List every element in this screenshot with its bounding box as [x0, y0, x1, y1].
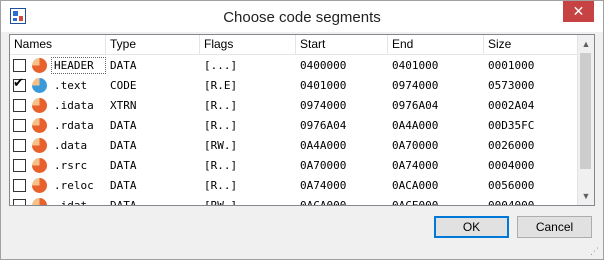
segment-flags: [...]	[204, 59, 238, 72]
segment-size: 0004000	[488, 159, 535, 172]
segment-checkbox[interactable]	[13, 199, 26, 205]
segment-pie-icon	[32, 118, 47, 133]
segment-flags: [R..]	[204, 99, 238, 112]
segment-type: XTRN	[110, 99, 137, 112]
vertical-scrollbar[interactable]: ▲ ▼	[577, 35, 594, 205]
segment-checkbox[interactable]	[13, 139, 26, 152]
table-row[interactable]: .reloc DATA [R..] 0A74000 0ACA000 0056000	[10, 175, 578, 196]
segment-start: 0400000	[300, 59, 347, 72]
segment-flags: [R..]	[204, 179, 238, 192]
segment-pie-icon	[32, 138, 47, 153]
dialog-title: Choose code segments	[223, 9, 381, 26]
segment-type: DATA	[110, 159, 137, 172]
segment-type: DATA	[110, 179, 137, 192]
segment-start: 0974000	[300, 99, 347, 112]
segment-name: .text	[54, 79, 88, 92]
segment-end: 0976A04	[392, 99, 439, 112]
segment-size: 0056000	[488, 179, 535, 192]
segment-size: 0002A04	[488, 99, 535, 112]
segment-start: 0ACA000	[300, 199, 347, 206]
segment-end: 0401000	[392, 59, 439, 72]
table-row[interactable]: .rdata DATA [R..] 0976A04 0A4A000 00D35FC	[10, 115, 578, 136]
segment-start: 0A70000	[300, 159, 347, 172]
segment-size: 00D35FC	[488, 119, 535, 132]
segment-end: 0ACA000	[392, 179, 439, 192]
table-row[interactable]: ✔ .text CODE [R.E] 0401000 0974000 0573000	[10, 75, 578, 96]
segments-list[interactable]: Names Type Flags Start End Size HEADER DA…	[9, 34, 595, 206]
segment-name: .rsrc	[54, 159, 88, 172]
segment-start: 0976A04	[300, 119, 347, 132]
segment-size: 0001000	[488, 59, 535, 72]
segment-pie-icon	[32, 198, 47, 205]
segment-flags: [R..]	[204, 159, 238, 172]
column-header-start[interactable]: Start	[296, 35, 388, 54]
segment-size: 0573000	[488, 79, 535, 92]
segment-name: .idat…	[54, 199, 94, 206]
segment-size: 0026000	[488, 139, 535, 152]
segment-pie-icon	[32, 78, 47, 93]
choose-segments-dialog: Choose code segments ✕ Names Type Flags …	[0, 0, 604, 260]
segment-flags: [R.E]	[204, 79, 238, 92]
segment-pie-icon	[32, 98, 47, 113]
segment-flags: [RW.]	[204, 139, 238, 152]
scroll-up-icon[interactable]: ▲	[578, 36, 594, 52]
segment-name: HEADER	[54, 59, 94, 72]
table-row[interactable]: .idata XTRN [R..] 0974000 0976A04 0002A04	[10, 95, 578, 116]
scroll-down-icon[interactable]: ▼	[578, 188, 594, 204]
segment-start: 0A74000	[300, 179, 347, 192]
close-button[interactable]: ✕	[563, 1, 594, 22]
segment-pie-icon	[32, 58, 47, 73]
table-row[interactable]: .idat… DATA [RW.] 0ACA000 0ACE000 0004000	[10, 195, 578, 206]
segment-size: 0004000	[488, 199, 535, 206]
segment-pie-icon	[32, 158, 47, 173]
checkmark-icon: ✔	[13, 76, 24, 91]
segment-checkbox[interactable]	[13, 159, 26, 172]
segment-type: DATA	[110, 199, 137, 206]
segment-name: .rdata	[54, 119, 94, 132]
resize-grip-icon[interactable]: ⋰	[590, 246, 600, 256]
column-header-type[interactable]: Type	[106, 35, 200, 54]
column-header-flags[interactable]: Flags	[200, 35, 296, 54]
close-icon: ✕	[572, 3, 585, 19]
segment-name: .reloc	[54, 179, 94, 192]
segment-end: 0974000	[392, 79, 439, 92]
segment-checkbox[interactable]	[13, 179, 26, 192]
column-header-names[interactable]: Names	[10, 35, 106, 54]
segment-end: 0ACE000	[392, 199, 439, 206]
table-row[interactable]: .data DATA [RW.] 0A4A000 0A70000 0026000	[10, 135, 578, 156]
segment-end: 0A70000	[392, 139, 439, 152]
segment-name: .idata	[54, 99, 94, 112]
column-header-size[interactable]: Size	[484, 35, 578, 54]
table-row[interactable]: HEADER DATA [...] 0400000 0401000 0001000	[10, 55, 578, 76]
table-row[interactable]: .rsrc DATA [R..] 0A70000 0A74000 0004000	[10, 155, 578, 176]
title-bar[interactable]: Choose code segments ✕	[1, 1, 603, 32]
scrollbar-thumb[interactable]	[580, 53, 591, 169]
segment-start: 0401000	[300, 79, 347, 92]
segment-checkbox[interactable]	[13, 119, 26, 132]
segment-checkbox[interactable]	[13, 99, 26, 112]
list-header: Names Type Flags Start End Size	[10, 35, 578, 55]
segment-flags: [R..]	[204, 119, 238, 132]
segment-flags: [RW.]	[204, 199, 238, 206]
cancel-button[interactable]: Cancel	[517, 216, 592, 238]
segment-type: DATA	[110, 119, 137, 132]
segment-type: DATA	[110, 139, 137, 152]
segment-checkbox[interactable]: ✔	[13, 76, 26, 92]
segment-type: CODE	[110, 79, 137, 92]
segment-type: DATA	[110, 59, 137, 72]
segment-end: 0A4A000	[392, 119, 439, 132]
segment-end: 0A74000	[392, 159, 439, 172]
column-header-end[interactable]: End	[388, 35, 484, 54]
segment-start: 0A4A000	[300, 139, 347, 152]
segment-name: .data	[54, 139, 88, 152]
segment-pie-icon	[32, 178, 47, 193]
ok-button[interactable]: OK	[434, 216, 509, 238]
segment-checkbox[interactable]	[13, 59, 26, 72]
